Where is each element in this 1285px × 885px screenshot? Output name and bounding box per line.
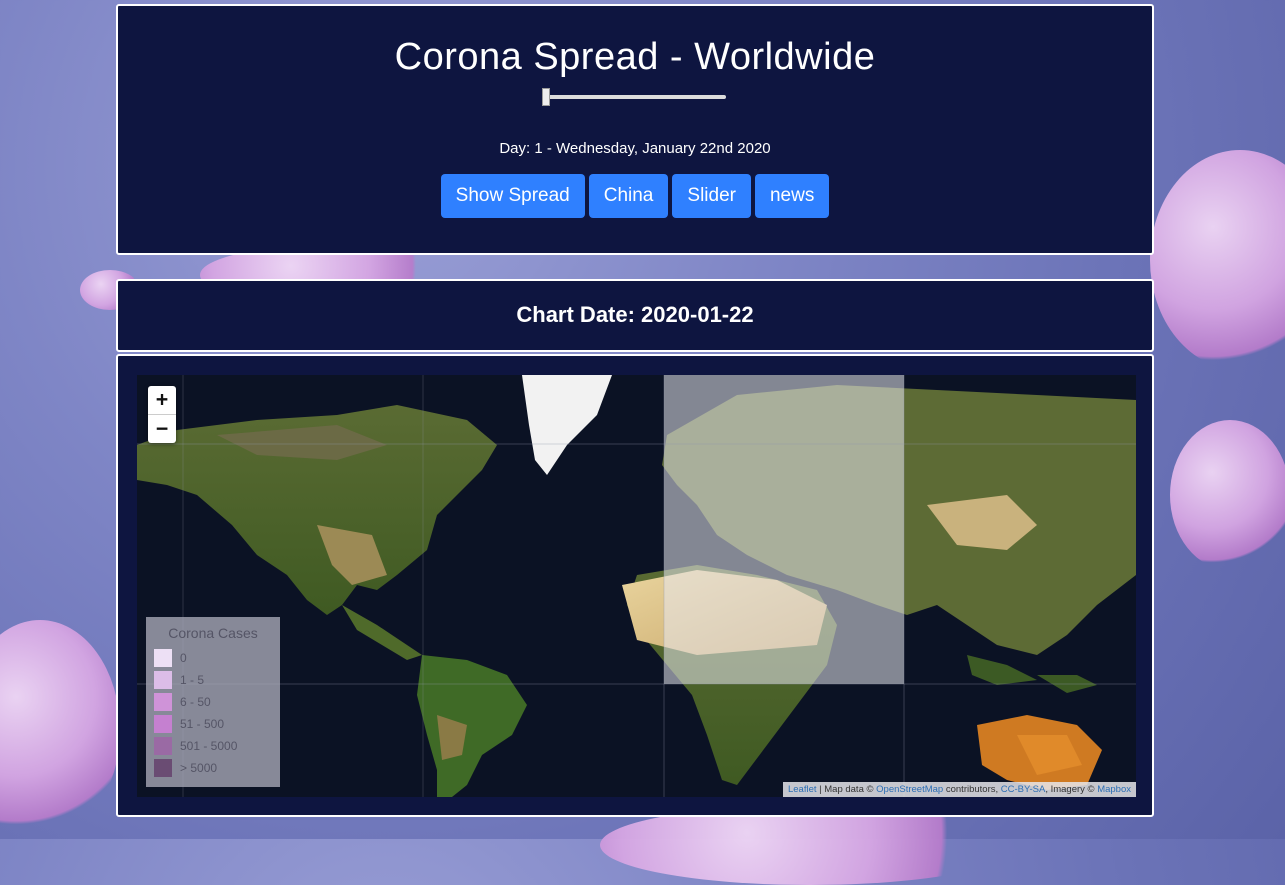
zoom-out-button[interactable]: − bbox=[148, 414, 176, 443]
legend-item: 51 - 500 bbox=[154, 713, 272, 735]
openstreetmap-link[interactable]: OpenStreetMap bbox=[876, 784, 943, 795]
world-map[interactable]: + − Corona Cases 0 1 - 5 6 - 50 51 - 500 bbox=[137, 375, 1136, 797]
legend-item: 6 - 50 bbox=[154, 691, 272, 713]
zoom-in-button[interactable]: + bbox=[148, 386, 176, 414]
map-legend: Corona Cases 0 1 - 5 6 - 50 51 - 500 501… bbox=[146, 617, 280, 787]
header-panel: Corona Spread - Worldwide Day: 1 - Wedne… bbox=[116, 4, 1154, 255]
legend-label: 6 - 50 bbox=[180, 695, 211, 709]
china-button[interactable]: China bbox=[588, 174, 669, 218]
day-label: Day: 1 - Wednesday, January 22nd 2020 bbox=[499, 140, 771, 157]
action-buttons: Show Spread China Slider news bbox=[118, 174, 1152, 218]
background-virus-image bbox=[1150, 150, 1285, 370]
slider-thumb[interactable] bbox=[542, 88, 550, 106]
legend-item: 0 bbox=[154, 647, 272, 669]
legend-swatch bbox=[154, 693, 172, 711]
highlight-overlay bbox=[664, 375, 904, 684]
legend-label: 0 bbox=[180, 651, 187, 665]
satellite-map-image bbox=[137, 375, 1136, 797]
license-link[interactable]: CC-BY-SA bbox=[1001, 784, 1046, 795]
attribution-text: contributors, bbox=[943, 784, 1001, 795]
legend-label: 501 - 5000 bbox=[180, 739, 238, 753]
leaflet-link[interactable]: Leaflet bbox=[788, 784, 817, 795]
show-spread-button[interactable]: Show Spread bbox=[440, 174, 585, 218]
news-button[interactable]: news bbox=[754, 174, 830, 218]
legend-swatch bbox=[154, 649, 172, 667]
map-panel: + − Corona Cases 0 1 - 5 6 - 50 51 - 500 bbox=[116, 354, 1154, 817]
background-virus-image bbox=[600, 805, 1020, 885]
legend-item: 1 - 5 bbox=[154, 669, 272, 691]
day-slider[interactable] bbox=[542, 86, 732, 110]
legend-label: > 5000 bbox=[180, 761, 218, 775]
legend-title: Corona Cases bbox=[168, 625, 258, 641]
background-virus-image bbox=[0, 620, 120, 840]
slider-button[interactable]: Slider bbox=[672, 174, 751, 218]
background-virus-image bbox=[1170, 420, 1285, 570]
attribution-text: , Imagery © bbox=[1045, 784, 1098, 795]
legend-swatch bbox=[154, 737, 172, 755]
legend-item: 501 - 5000 bbox=[154, 735, 272, 757]
mapbox-link[interactable]: Mapbox bbox=[1097, 784, 1131, 795]
chart-date-panel: Chart Date: 2020-01-22 bbox=[116, 279, 1154, 352]
slider-track[interactable] bbox=[546, 95, 726, 99]
legend-swatch bbox=[154, 671, 172, 689]
attribution-text: | Map data © bbox=[816, 784, 877, 795]
chart-date-heading: Chart Date: 2020-01-22 bbox=[516, 302, 754, 327]
map-attribution: Leaflet | Map data © OpenStreetMap contr… bbox=[782, 782, 1136, 797]
legend-swatch bbox=[154, 715, 172, 733]
legend-swatch bbox=[154, 759, 172, 777]
legend-label: 51 - 500 bbox=[180, 717, 225, 731]
page-title: Corona Spread - Worldwide bbox=[394, 36, 876, 78]
legend-item: > 5000 bbox=[154, 757, 272, 779]
legend-label: 1 - 5 bbox=[180, 673, 205, 687]
zoom-control: + − bbox=[148, 386, 176, 443]
